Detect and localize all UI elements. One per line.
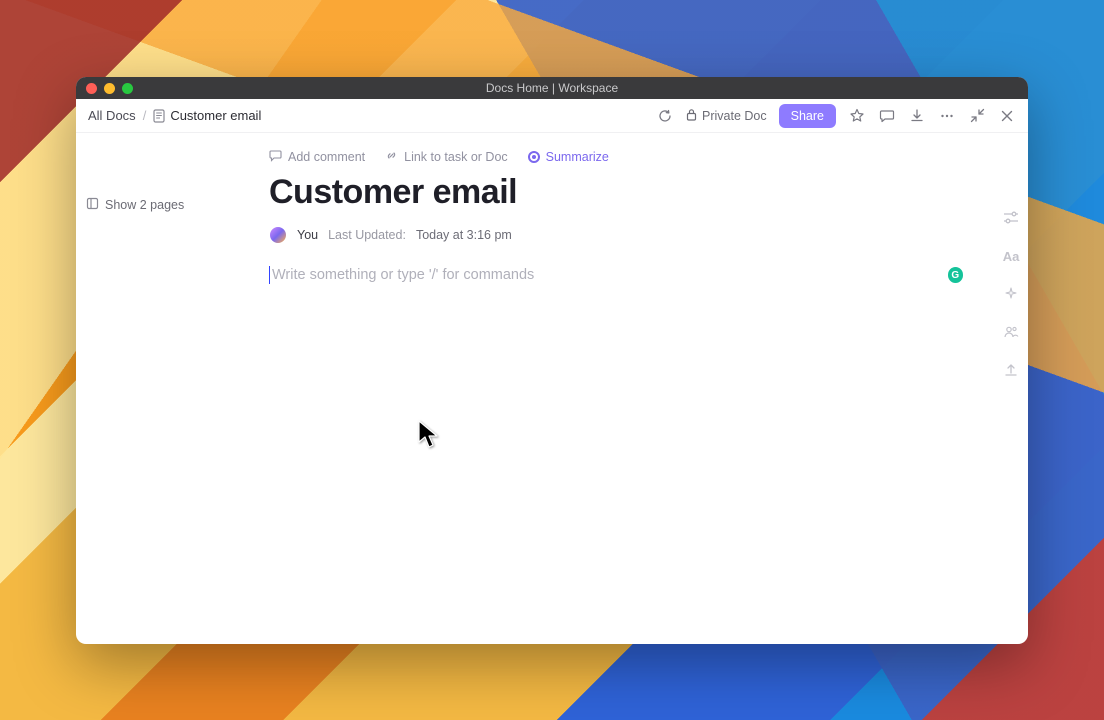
refresh-icon[interactable] — [656, 107, 674, 125]
close-window-button[interactable] — [86, 83, 97, 94]
doc-editor-input[interactable] — [272, 267, 948, 283]
right-rail: Aa — [1002, 209, 1020, 379]
breadcrumb-current-label: Customer email — [170, 108, 261, 123]
last-updated-label: Last Updated: — [328, 228, 406, 242]
author-name: You — [297, 228, 318, 242]
more-icon[interactable] — [938, 107, 956, 125]
text-caret — [269, 266, 270, 284]
export-icon[interactable] — [1002, 361, 1020, 379]
privacy-label: Private Doc — [702, 109, 767, 123]
summarize-label: Summarize — [546, 150, 609, 164]
window-body: Show 2 pages Add comment Li — [76, 133, 1028, 644]
app-window: Docs Home | Workspace All Docs / Custome… — [76, 77, 1028, 644]
doc-byline: You Last Updated: Today at 3:16 pm — [269, 226, 988, 244]
quick-actions-row: Add comment Link to task or Doc Summariz… — [269, 149, 988, 165]
people-icon[interactable] — [1002, 323, 1020, 341]
window-titlebar: Docs Home | Workspace — [76, 77, 1028, 99]
privacy-indicator[interactable]: Private Doc — [686, 108, 767, 124]
editor-row: G — [269, 266, 969, 284]
close-icon[interactable] — [998, 107, 1016, 125]
left-sidebar: Show 2 pages — [76, 133, 269, 644]
link-task-label: Link to task or Doc — [404, 150, 508, 164]
star-icon[interactable] — [848, 107, 866, 125]
doc-icon — [153, 109, 165, 123]
add-comment-label: Add comment — [288, 150, 365, 164]
lock-icon — [686, 108, 697, 124]
add-comment-action[interactable]: Add comment — [269, 149, 365, 165]
top-actions: Private Doc Share — [656, 104, 1016, 128]
link-task-action[interactable]: Link to task or Doc — [385, 149, 508, 165]
download-icon[interactable] — [908, 107, 926, 125]
share-button[interactable]: Share — [779, 104, 836, 128]
summarize-action[interactable]: Summarize — [528, 150, 609, 164]
breadcrumb-root[interactable]: All Docs — [88, 108, 136, 123]
ai-sparkle-icon[interactable] — [1002, 285, 1020, 303]
show-pages-toggle[interactable]: Show 2 pages — [86, 197, 259, 213]
breadcrumb-separator: / — [143, 108, 147, 123]
zoom-window-button[interactable] — [122, 83, 133, 94]
doc-title[interactable]: Customer email — [269, 173, 988, 212]
main-content: Add comment Link to task or Doc Summariz… — [269, 133, 1028, 644]
last-updated-value: Today at 3:16 pm — [416, 228, 512, 242]
settings-slider-icon[interactable] — [1002, 209, 1020, 227]
author-avatar[interactable] — [269, 226, 287, 244]
typography-icon[interactable]: Aa — [1002, 247, 1020, 265]
show-pages-label: Show 2 pages — [105, 198, 184, 212]
comment-icon — [269, 149, 282, 165]
window-controls — [86, 83, 133, 94]
grammar-badge[interactable]: G — [948, 267, 963, 283]
breadcrumb-current[interactable]: Customer email — [153, 108, 261, 123]
desktop-wallpaper: Docs Home | Workspace All Docs / Custome… — [0, 0, 1104, 720]
minimize-window-button[interactable] — [104, 83, 115, 94]
pages-icon — [86, 197, 99, 213]
window-title: Docs Home | Workspace — [76, 81, 1028, 95]
link-icon — [385, 149, 398, 165]
summarize-icon — [528, 151, 540, 163]
comments-icon[interactable] — [878, 107, 896, 125]
collapse-icon[interactable] — [968, 107, 986, 125]
breadcrumb: All Docs / Customer email — [88, 108, 261, 123]
top-toolbar: All Docs / Customer email — [76, 99, 1028, 133]
